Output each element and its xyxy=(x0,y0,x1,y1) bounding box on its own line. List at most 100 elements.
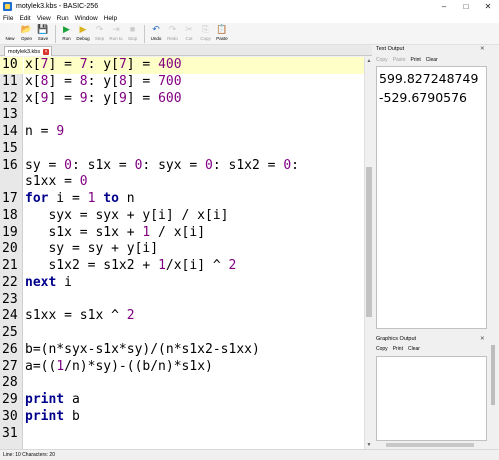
code-text[interactable]: for i = 1 to n xyxy=(25,191,135,208)
text-output-clear-button[interactable]: Clear xyxy=(426,57,438,63)
menu-edit[interactable]: Edit xyxy=(16,15,33,22)
graphics-output-print-button[interactable]: Print xyxy=(393,346,403,352)
scroll-up-icon[interactable]: ▲ xyxy=(365,57,372,65)
code-text[interactable]: sy = sy + y[i] xyxy=(25,241,158,258)
code-line[interactable]: 28 xyxy=(0,375,364,392)
code-line[interactable]: 17 for i = 1 to n xyxy=(0,191,364,208)
code-line[interactable]: 22 next i xyxy=(0,275,364,292)
code-line[interactable]: 20 sy = sy + y[i] xyxy=(0,241,364,258)
graphics-hscrollbar[interactable] xyxy=(376,441,487,449)
editor-scrollbar[interactable]: ▲ ▼ xyxy=(364,57,372,449)
graphics-output-title: Graphics Output xyxy=(376,336,417,342)
graphics-hscroll-thumb[interactable] xyxy=(386,443,474,447)
line-number: 14 xyxy=(2,124,18,139)
text-output-print-button[interactable]: Print xyxy=(410,57,420,63)
cut-button[interactable]: ✂ Cut xyxy=(181,23,197,45)
code-text[interactable]: print a xyxy=(25,392,80,409)
stop-button[interactable]: ■ Stop xyxy=(125,23,141,45)
menu-help[interactable]: Help xyxy=(101,15,120,22)
code-line[interactable]: 26 b=(n*syx-s1x*sy)/(n*s1x2-s1xx) xyxy=(0,342,364,359)
code-text[interactable]: s1x = s1x + 1 / x[i] xyxy=(25,225,205,242)
graphics-output-copy-button[interactable]: Copy xyxy=(376,346,388,352)
code-line[interactable]: 18 syx = syx + y[i] / x[i] xyxy=(0,208,364,225)
paste-button[interactable]: 📋 Paste xyxy=(214,23,230,45)
text-output-close-icon[interactable]: ✕ xyxy=(480,46,485,52)
code-text[interactable]: sy = 0: s1x = 0: syx = 0: s1x2 = 0: xyxy=(25,158,299,175)
minimize-button[interactable]: – xyxy=(433,0,455,13)
debug-button[interactable]: ▶ Debug xyxy=(75,23,91,45)
code-line[interactable]: 29 print a xyxy=(0,392,364,409)
code-line[interactable]: 25 xyxy=(0,325,364,342)
editor-scroll-thumb[interactable] xyxy=(366,167,372,317)
undo-icon: ↶ xyxy=(152,24,160,34)
text-output-area[interactable]: 599.827248749 -529.6790576 xyxy=(376,66,487,329)
copy-button[interactable]: ⎘ Copy xyxy=(198,23,214,45)
text-output-paste-button[interactable]: Paste xyxy=(393,57,406,63)
code-line[interactable]: s1xx = 0 xyxy=(0,174,364,191)
text-output-copy-button[interactable]: Copy xyxy=(376,57,388,63)
title-bar: motylek3.kbs - BASIC-256 – □ ✕ xyxy=(0,0,499,13)
code-line[interactable]: 23 xyxy=(0,292,364,309)
code-text[interactable]: x[8] = 8: y[8] = 700 xyxy=(25,74,182,91)
line-number: 21 xyxy=(2,258,18,273)
code-line[interactable]: 30 print b xyxy=(0,409,364,426)
code-text[interactable]: a=((1/n)*sy)-((b/n)*s1x) xyxy=(25,359,213,376)
code-line[interactable]: 12 x[9] = 9: y[9] = 600 xyxy=(0,91,364,108)
line-number: 26 xyxy=(2,341,18,357)
code-text[interactable]: s1x2 = s1x2 + 1/x[i] ^ 2 xyxy=(25,258,236,275)
debug-icon: ▶ xyxy=(79,24,87,34)
code-text[interactable]: x[9] = 9: y[9] = 600 xyxy=(25,91,182,108)
code-line[interactable]: 27 a=((1/n)*sy)-((b/n)*s1x) xyxy=(0,359,364,376)
maximize-button[interactable]: □ xyxy=(455,0,477,13)
graphics-output-clear-button[interactable]: Clear xyxy=(408,346,420,352)
graphics-output-area[interactable] xyxy=(376,356,487,441)
code-line[interactable]: 19 s1x = s1x + 1 / x[i] xyxy=(0,225,364,242)
paste-icon: 📋 xyxy=(216,24,228,34)
code-line[interactable]: 21 s1x2 = s1x2 + 1/x[i] ^ 2 xyxy=(0,258,364,275)
code-editor[interactable]: 10 x[7] = 7: y[7] = 400 11 x[8] = 8: y[8] =… xyxy=(0,57,372,449)
menu-window[interactable]: Window xyxy=(72,15,101,22)
tab-close-icon[interactable]: × xyxy=(43,48,50,55)
code-line[interactable]: 15 xyxy=(0,141,364,158)
step-button[interactable]: ↷ Step xyxy=(92,23,108,45)
code-line[interactable]: 10 x[7] = 7: y[7] = 400 xyxy=(0,57,364,74)
right-scroll-thumb[interactable] xyxy=(491,345,495,405)
code-line[interactable]: 13 xyxy=(0,107,364,124)
undo-button[interactable]: ↶ Undo xyxy=(148,23,164,45)
main-toolbar: 🗋 New 📂 Open 💾 Save ▶ Run ▶ Debug ↷ Step ⇥ Run to ■ Sto… xyxy=(0,23,499,45)
run-icon: ▶ xyxy=(63,24,70,34)
graphics-output-close-icon[interactable]: ✕ xyxy=(480,336,485,342)
code-line[interactable]: 16 sy = 0: s1x = 0: syx = 0: s1x2 = 0: xyxy=(0,158,364,175)
code-line[interactable]: 24 s1xx = s1x ^ 2 xyxy=(0,308,364,325)
code-text[interactable]: s1xx = 0 xyxy=(25,174,88,191)
tab-motylek3[interactable]: motylek3.kbs × xyxy=(4,46,52,56)
run-button[interactable]: ▶ Run xyxy=(59,23,75,45)
save-button[interactable]: 💾 Save xyxy=(35,23,51,45)
open-folder-icon: 📂 xyxy=(20,24,33,34)
code-text[interactable]: print b xyxy=(25,409,80,426)
run-to-button[interactable]: ⇥ Run to xyxy=(108,23,124,45)
tab-bar: motylek3.kbs × xyxy=(0,45,372,56)
toolbar-button-label: Stop xyxy=(127,36,138,41)
output-line: 599.827248749 xyxy=(379,71,479,86)
code-text[interactable]: syx = syx + y[i] / x[i] xyxy=(25,208,228,225)
code-line[interactable]: 11 x[8] = 8: y[8] = 700 xyxy=(0,74,364,91)
code-line[interactable]: 31 xyxy=(0,426,364,443)
code-text[interactable]: x[7] = 7: y[7] = 400 xyxy=(25,57,182,74)
menu-file[interactable]: File xyxy=(0,15,16,22)
line-number: 10 xyxy=(0,57,23,74)
right-panel-scrollbar[interactable] xyxy=(488,45,499,449)
scroll-down-icon[interactable]: ▼ xyxy=(365,441,372,449)
menu-view[interactable]: View xyxy=(34,15,54,22)
redo-button[interactable]: ↷ Redo xyxy=(165,23,181,45)
code-text[interactable]: n = 9 xyxy=(25,124,64,141)
close-button[interactable]: ✕ xyxy=(477,0,499,13)
code-text[interactable]: next i xyxy=(25,275,72,292)
code-text[interactable]: s1xx = s1x ^ 2 xyxy=(25,308,135,325)
code-text[interactable]: b=(n*syx-s1x*sy)/(n*s1x2-s1xx) xyxy=(25,342,260,359)
code-lines[interactable]: 10 x[7] = 7: y[7] = 400 11 x[8] = 8: y[8] =… xyxy=(0,57,364,442)
code-line[interactable]: 14 n = 9 xyxy=(0,124,364,141)
menu-run[interactable]: Run xyxy=(54,15,72,22)
new-button[interactable]: 🗋 New xyxy=(2,23,18,45)
open-button[interactable]: 📂 Open xyxy=(19,23,35,45)
